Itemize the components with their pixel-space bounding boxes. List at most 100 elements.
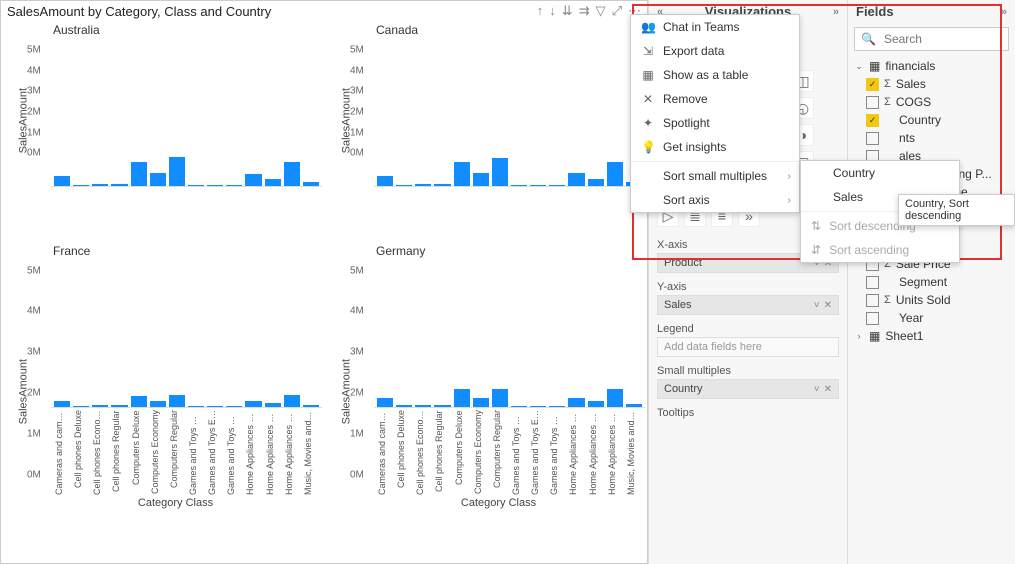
field-checkbox[interactable]	[866, 96, 879, 109]
bar[interactable]	[626, 404, 642, 407]
chevron-down-icon[interactable]: ˅	[814, 384, 820, 395]
bar[interactable]	[434, 184, 450, 186]
field-row[interactable]: ΣUnits Sold	[848, 291, 1015, 309]
bar[interactable]	[111, 405, 127, 406]
bar[interactable]	[150, 401, 166, 406]
field-row[interactable]: nts	[848, 129, 1015, 147]
field-row[interactable]: ΣCOGS	[848, 93, 1015, 111]
bar[interactable]	[131, 162, 147, 186]
sort-ascending[interactable]: ⇵Sort ascending	[801, 238, 959, 262]
next-level-icon[interactable]: ⇉	[579, 3, 590, 19]
bar[interactable]	[226, 406, 242, 407]
bar[interactable]	[434, 405, 450, 407]
bar[interactable]	[511, 406, 527, 407]
bar[interactable]	[530, 185, 546, 186]
bar[interactable]	[303, 182, 319, 186]
bar[interactable]	[303, 405, 319, 407]
small-multiple-chart: FranceSalesAmount5M4M3M2M1M0MCameras and…	[1, 242, 324, 564]
bar[interactable]	[226, 185, 242, 186]
ctx-teams[interactable]: 👥Chat in Teams	[631, 15, 799, 39]
expand-icon[interactable]: ⇊	[562, 3, 573, 19]
small-multiples-well[interactable]: Country ˅✕	[657, 379, 839, 399]
bar[interactable]	[568, 173, 584, 186]
field-checkbox[interactable]	[866, 132, 879, 145]
field-row[interactable]: Segment	[848, 273, 1015, 291]
bar[interactable]	[473, 173, 489, 186]
focus-mode-icon[interactable]: ⤢	[612, 3, 622, 19]
ctx-table[interactable]: ▦Show as a table	[631, 63, 799, 87]
bar[interactable]	[92, 184, 108, 186]
bar[interactable]	[188, 406, 204, 407]
bar[interactable]	[188, 185, 204, 186]
bar[interactable]	[396, 405, 412, 406]
field-checkbox[interactable]: ✓	[866, 78, 879, 91]
field-checkbox[interactable]: ✓	[866, 114, 879, 127]
bar[interactable]	[377, 398, 393, 407]
bar[interactable]	[111, 184, 127, 186]
bar[interactable]	[568, 398, 584, 406]
bar[interactable]	[415, 405, 431, 407]
bar[interactable]	[284, 162, 300, 186]
bar[interactable]	[150, 173, 166, 186]
bar[interactable]	[54, 176, 70, 186]
bar[interactable]	[492, 158, 508, 186]
ctx-spotlight[interactable]: ✦Spotlight	[631, 111, 799, 135]
bar[interactable]	[169, 157, 185, 186]
table-financials[interactable]: ⌄▦financials	[848, 57, 1015, 75]
remove-field-icon[interactable]: ✕	[824, 300, 832, 311]
bar[interactable]	[549, 406, 565, 407]
search-input[interactable]	[882, 31, 1002, 47]
bar[interactable]	[415, 184, 431, 186]
bar[interactable]	[396, 185, 412, 186]
collapse-right-icon[interactable]: »	[833, 6, 839, 18]
fields-search[interactable]: 🔍	[854, 27, 1009, 51]
bar[interactable]	[454, 162, 470, 186]
bar[interactable]	[54, 401, 70, 407]
bar[interactable]	[607, 389, 623, 406]
ctx-sort-axis[interactable]: Sort axis›	[631, 188, 799, 212]
drill-down-icon[interactable]: ↓	[549, 3, 556, 19]
ctx-sort-small-multiples[interactable]: Sort small multiples›	[631, 164, 799, 188]
table-sheet1[interactable]: ›▦Sheet1	[848, 327, 1015, 345]
bar[interactable]	[73, 406, 89, 407]
field-checkbox[interactable]	[866, 312, 879, 325]
field-row[interactable]: ✓Country	[848, 111, 1015, 129]
bar[interactable]	[169, 395, 185, 407]
filter-icon[interactable]: ▽	[596, 3, 606, 19]
legend-well[interactable]: Add data fields here	[657, 337, 839, 357]
bar[interactable]	[265, 179, 281, 186]
bar[interactable]	[549, 185, 565, 186]
field-row[interactable]: Year	[848, 309, 1015, 327]
ctx-remove[interactable]: ✕Remove	[631, 87, 799, 111]
yaxis-well[interactable]: Sales ˅✕	[657, 295, 839, 315]
bar[interactable]	[265, 403, 281, 407]
bar[interactable]	[245, 401, 261, 406]
bar[interactable]	[207, 185, 223, 186]
remove-field-icon[interactable]: ✕	[824, 384, 832, 395]
drill-up-icon[interactable]: ↑	[537, 3, 544, 19]
bar[interactable]	[92, 405, 108, 406]
ctx-insights[interactable]: 💡Get insights	[631, 135, 799, 159]
field-checkbox[interactable]	[866, 276, 879, 289]
field-name: Year	[899, 311, 923, 325]
bar[interactable]	[607, 162, 623, 186]
bar[interactable]	[377, 176, 393, 186]
chevron-down-icon[interactable]: ˅	[814, 300, 820, 311]
bar[interactable]	[284, 395, 300, 406]
bar[interactable]	[492, 389, 508, 407]
bar[interactable]	[207, 406, 223, 407]
bar[interactable]	[511, 185, 527, 186]
sort-by-country[interactable]: Country	[801, 161, 959, 185]
bar[interactable]	[245, 174, 261, 186]
bar[interactable]	[131, 396, 147, 406]
bar[interactable]	[73, 185, 89, 186]
bar[interactable]	[473, 398, 489, 406]
ctx-export[interactable]: ⇲Export data	[631, 39, 799, 63]
collapse-right-icon[interactable]: »	[1001, 6, 1007, 18]
bar[interactable]	[588, 401, 604, 406]
field-checkbox[interactable]	[866, 294, 879, 307]
bar[interactable]	[530, 406, 546, 407]
field-row[interactable]: ✓ΣSales	[848, 75, 1015, 93]
bar[interactable]	[454, 389, 470, 406]
bar[interactable]	[588, 179, 604, 186]
